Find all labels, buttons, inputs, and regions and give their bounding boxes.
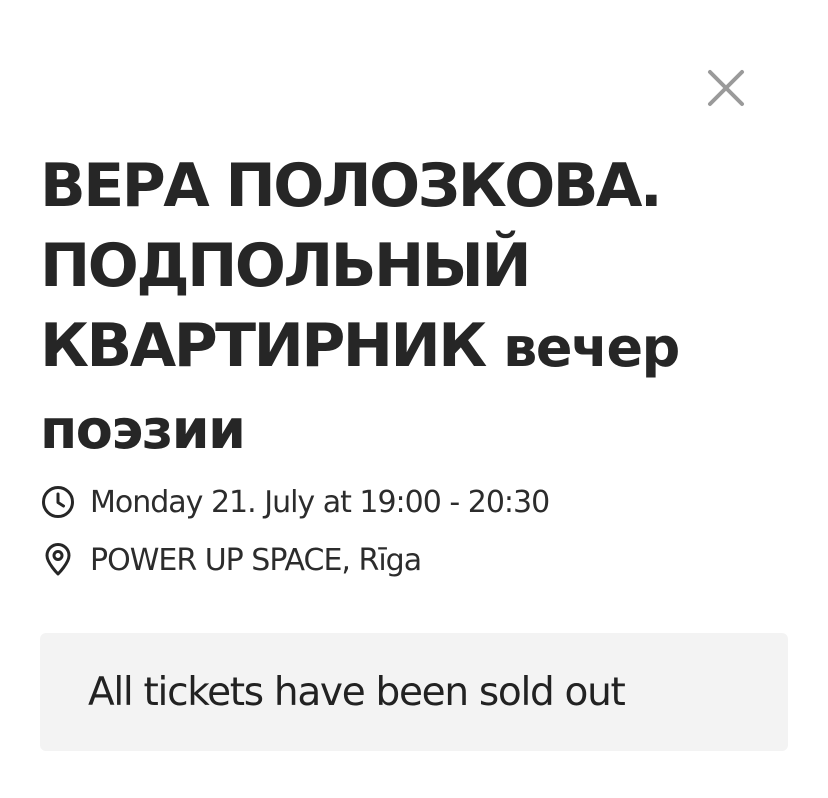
clock-icon	[40, 484, 76, 520]
event-venue-row: POWER UP SPACE, Rīga	[40, 540, 422, 580]
event-datetime-row: Monday 21. July at 19:00 - 20:30	[40, 482, 550, 522]
sold-out-notice: All tickets have been sold out	[40, 633, 788, 751]
close-icon[interactable]	[702, 64, 750, 112]
close-button[interactable]	[702, 64, 750, 112]
sold-out-message: All tickets have been sold out	[88, 669, 626, 715]
event-datetime: Monday 21. July at 19:00 - 20:30	[90, 484, 550, 520]
event-venue: POWER UP SPACE, Rīga	[90, 542, 422, 578]
event-title: ВЕРА ПОЛОЗКОВА. ПОДПОЛЬНЫЙ КВАРТИРНИК ве…	[40, 146, 800, 470]
map-pin-icon	[40, 542, 76, 578]
